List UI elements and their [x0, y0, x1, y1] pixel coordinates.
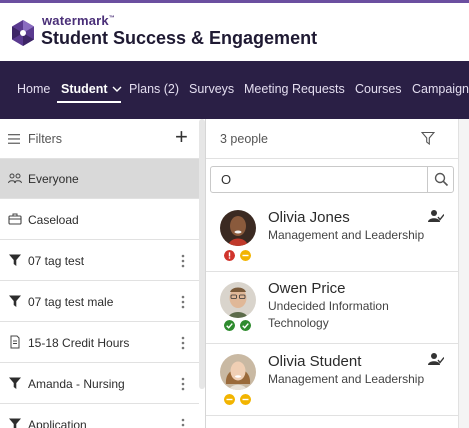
kebab-menu-icon[interactable]	[181, 254, 185, 268]
briefcase-icon	[8, 213, 22, 225]
kebab-menu-icon[interactable]	[181, 295, 185, 309]
chevron-down-icon	[112, 86, 122, 92]
search-input[interactable]	[211, 167, 425, 192]
person-name[interactable]: Owen Price	[268, 280, 346, 297]
list-item[interactable]: Olivia Jones Management and Leadership	[206, 201, 458, 272]
kebab-menu-icon[interactable]	[181, 377, 185, 391]
sidebar-item-label: Amanda - Nursing	[28, 377, 125, 391]
sidebar-item-label: Application	[28, 418, 87, 428]
sidebar-item-label: Caseload	[28, 213, 79, 227]
sidebar-item-label: 07 tag test	[28, 254, 85, 268]
assigned-user-icon[interactable]	[428, 209, 444, 223]
warning-status-icon	[240, 250, 251, 261]
people-header: 3 people	[206, 119, 458, 159]
assigned-user-icon[interactable]	[428, 352, 444, 366]
sidebar-item-amanda-nursing[interactable]: Amanda - Nursing	[0, 364, 199, 404]
filters-label: Filters	[28, 132, 63, 146]
people-panel: 3 people Olivia Jones Management and Lea…	[206, 119, 458, 428]
document-icon	[10, 335, 20, 349]
search-box	[210, 166, 454, 193]
sidebar-item-everyone[interactable]: Everyone	[0, 159, 199, 199]
app-header: watermark™ Student Success & Engagement	[0, 3, 469, 61]
filter-icon	[9, 418, 21, 428]
sidebar-item-07-tag-test[interactable]: 07 tag test	[0, 241, 199, 281]
sidebar-item-application[interactable]: Application	[0, 405, 199, 428]
sidebar-item-07-tag-test-male[interactable]: 07 tag test male	[0, 282, 199, 322]
people-count: 3 people	[220, 132, 268, 146]
filters-header: Filters +	[0, 119, 204, 159]
filter-icon	[9, 254, 21, 266]
person-program: Management and Leadership	[268, 372, 425, 386]
warning-status-icon	[224, 394, 235, 405]
list-item[interactable]: Owen Price Undecided Information Technol…	[206, 272, 458, 344]
alert-error-icon	[224, 250, 235, 261]
warning-status-icon	[240, 394, 251, 405]
nav-home[interactable]: Home	[17, 82, 50, 96]
app-title: Student Success & Engagement	[41, 28, 318, 48]
nav-courses[interactable]: Courses	[355, 82, 402, 96]
hamburger-icon[interactable]	[8, 134, 20, 144]
filters-sidebar: Filters + Everyone Caseload 07 tag test …	[0, 119, 204, 428]
nav-campaigns[interactable]: Campaigns	[412, 82, 469, 96]
active-tab-indicator	[57, 101, 121, 103]
watermark-logo-icon[interactable]	[11, 20, 35, 46]
avatar	[220, 282, 256, 318]
person-program: Undecided Information Technology	[268, 299, 389, 330]
success-check-icon	[240, 320, 251, 331]
sidebar-item-caseload[interactable]: Caseload	[0, 200, 199, 240]
person-program: Management and Leadership	[268, 228, 425, 242]
search-icon	[434, 172, 449, 187]
avatar	[220, 354, 256, 390]
kebab-menu-icon[interactable]	[181, 418, 185, 428]
nav-student[interactable]: Student	[61, 82, 122, 96]
filter-icon	[9, 295, 21, 307]
sidebar-item-15-18-credit-hours[interactable]: 15-18 Credit Hours	[0, 323, 199, 363]
filter-icon[interactable]	[421, 131, 435, 145]
sidebar-item-label: 07 tag test male	[28, 295, 114, 309]
add-filter-button[interactable]: +	[175, 126, 188, 148]
avatar	[220, 210, 256, 246]
sidebar-item-label: Everyone	[28, 172, 79, 186]
person-name[interactable]: Olivia Jones	[268, 209, 350, 226]
search-button[interactable]	[427, 167, 454, 192]
nav-surveys[interactable]: Surveys	[189, 82, 234, 96]
nav-meeting-requests[interactable]: Meeting Requests	[244, 82, 345, 96]
sidebar-item-label: 15-18 Credit Hours	[28, 336, 130, 350]
main-nav: Home Student Plans (2) Surveys Meeting R…	[0, 61, 469, 119]
detail-panel-edge	[458, 119, 469, 428]
list-item[interactable]: Olivia Student Management and Leadership	[206, 344, 458, 416]
people-icon	[8, 173, 22, 184]
person-name[interactable]: Olivia Student	[268, 353, 361, 370]
filter-icon	[9, 377, 21, 389]
kebab-menu-icon[interactable]	[181, 336, 185, 350]
nav-plans[interactable]: Plans (2)	[129, 82, 179, 96]
brand-wordmark: watermark™	[42, 13, 116, 28]
success-check-icon	[224, 320, 235, 331]
